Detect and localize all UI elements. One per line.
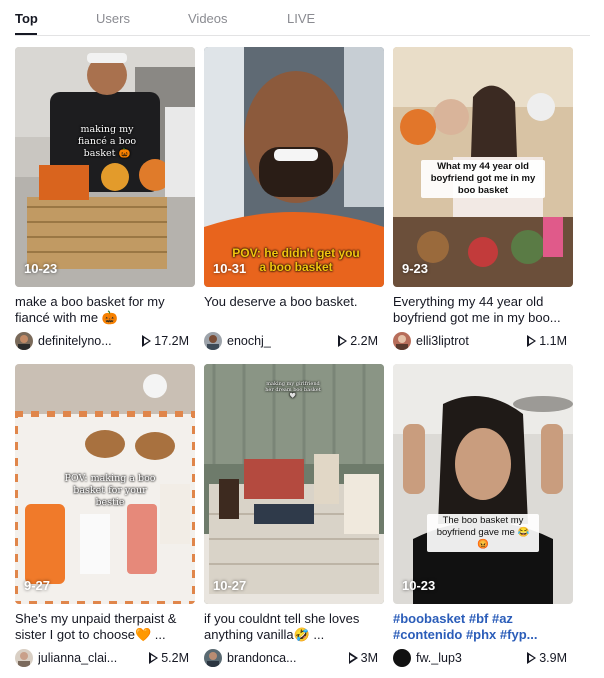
video-thumbnail[interactable]: making my girlfriend her dream boo baske… <box>204 364 384 604</box>
avatar[interactable] <box>15 649 33 667</box>
video-date: 9-27 <box>24 578 51 593</box>
tab-videos[interactable]: Videos <box>188 11 228 26</box>
video-caption[interactable]: You deserve a boo basket. <box>204 294 384 326</box>
video-meta: fw._lup3 3.9M <box>393 649 573 667</box>
video-overlay-text: making my girlfriend her dream boo baske… <box>265 381 321 399</box>
thumbnail-image <box>15 47 195 287</box>
view-count: 3M <box>348 651 378 665</box>
video-meta: elli3liptrot 1.1M <box>393 332 573 350</box>
video-overlay-text: making my fiancé a boo basket 🎃 <box>77 124 137 159</box>
avatar[interactable] <box>393 332 411 350</box>
avatar[interactable] <box>15 332 33 350</box>
video-card: POV: he didn't get you a boo basket 10-3… <box>204 47 384 350</box>
view-count-value: 3.9M <box>539 651 567 665</box>
author-name[interactable]: brandonca... <box>227 651 327 665</box>
video-meta: brandonca... 3M <box>204 649 384 667</box>
play-icon <box>348 652 358 664</box>
search-tabs: Top Users Videos LIVE <box>15 0 590 36</box>
play-icon <box>527 652 537 664</box>
video-caption[interactable]: She's my unpaid therpaist & sister I got… <box>15 611 195 643</box>
video-date: 10-31 <box>213 261 247 276</box>
play-icon <box>527 335 537 347</box>
tab-users[interactable]: Users <box>96 11 130 26</box>
video-meta: definitelyno... 17.2M <box>15 332 195 350</box>
video-thumbnail[interactable]: making my fiancé a boo basket 🎃 10-23 <box>15 47 195 287</box>
video-card: The boo basket my boyfriend gave me 😂😡 1… <box>393 364 573 667</box>
video-caption[interactable]: Everything my 44 year old boyfriend got … <box>393 294 573 326</box>
avatar[interactable] <box>393 649 411 667</box>
video-thumbnail[interactable]: POV: he didn't get you a boo basket 10-3… <box>204 47 384 287</box>
video-overlay-text: The boo basket my boyfriend gave me 😂😡 <box>427 514 539 552</box>
thumbnail-image <box>393 364 573 604</box>
view-count-value: 2.2M <box>350 334 378 348</box>
video-date: 10-23 <box>24 261 58 276</box>
video-overlay-text: POV: making a boo basket for your bestie <box>64 473 156 508</box>
view-count-value: 17.2M <box>154 334 189 348</box>
video-date: 10-23 <box>402 578 436 593</box>
author-name[interactable]: definitelyno... <box>38 334 138 348</box>
video-thumbnail[interactable]: What my 44 year old boyfriend got me in … <box>393 47 573 287</box>
video-date: 9-23 <box>402 261 429 276</box>
tab-top[interactable]: Top <box>15 11 38 26</box>
video-card: making my girlfriend her dream boo baske… <box>204 364 384 667</box>
video-date: 10-27 <box>213 578 247 593</box>
video-overlay-text: What my 44 year old boyfriend got me in … <box>421 160 545 198</box>
play-icon <box>142 335 152 347</box>
view-count-value: 1.1M <box>539 334 567 348</box>
video-meta: enochj_ 2.2M <box>204 332 384 350</box>
video-card: making my fiancé a boo basket 🎃 10-23 ma… <box>15 47 195 350</box>
video-caption[interactable]: if you couldnt tell she loves anything v… <box>204 611 384 643</box>
view-count: 17.2M <box>142 334 189 348</box>
video-caption[interactable]: make a boo basket for my fiancé with me … <box>15 294 195 326</box>
view-count-value: 5.2M <box>161 651 189 665</box>
view-count: 2.2M <box>338 334 378 348</box>
author-name[interactable]: fw._lup3 <box>416 651 516 665</box>
video-overlay-text: POV: he didn't get you a boo basket <box>232 246 360 274</box>
view-count: 5.2M <box>149 651 189 665</box>
video-thumbnail[interactable]: The boo basket my boyfriend gave me 😂😡 1… <box>393 364 573 604</box>
avatar[interactable] <box>204 649 222 667</box>
tab-live[interactable]: LIVE <box>287 11 315 26</box>
view-count: 1.1M <box>527 334 567 348</box>
view-count: 3.9M <box>527 651 567 665</box>
author-name[interactable]: julianna_clai... <box>38 651 138 665</box>
author-name[interactable]: elli3liptrot <box>416 334 516 348</box>
video-meta: julianna_clai... 5.2M <box>15 649 195 667</box>
video-card: What my 44 year old boyfriend got me in … <box>393 47 573 350</box>
play-icon <box>149 652 159 664</box>
video-caption[interactable]: #boobasket #bf #az #contenido #phx #fyp.… <box>393 611 573 643</box>
play-icon <box>338 335 348 347</box>
video-card: POV: making a boo basket for your bestie… <box>15 364 195 667</box>
active-tab-indicator <box>15 33 37 35</box>
author-name[interactable]: enochj_ <box>227 334 327 348</box>
video-thumbnail[interactable]: POV: making a boo basket for your bestie… <box>15 364 195 604</box>
thumbnail-image <box>204 364 384 604</box>
avatar[interactable] <box>204 332 222 350</box>
view-count-value: 3M <box>360 651 378 665</box>
